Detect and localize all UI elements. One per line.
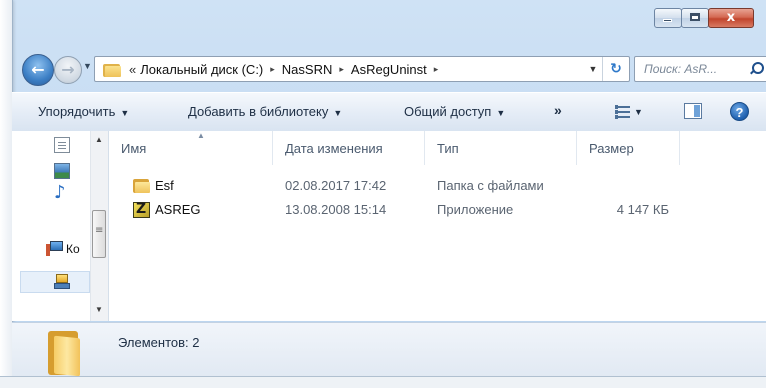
breadcrumb-nassrn[interactable]: NasSRN <box>282 62 333 77</box>
view-list-icon[interactable] <box>615 105 630 119</box>
search-placeholder: Поиск: AsR... <box>644 62 718 76</box>
preview-pane-icon[interactable] <box>684 103 702 119</box>
file-date: 13.08.2008 15:14 <box>285 202 387 217</box>
navpane-scrollbar[interactable]: ▲ ▼ <box>90 131 108 321</box>
music-icon[interactable]: ♪ <box>54 184 70 202</box>
column-header-type-label: Тип <box>437 141 459 156</box>
file-type: Приложение <box>437 202 514 217</box>
column-header-date-label: Дата изменения <box>285 141 383 156</box>
help-icon[interactable]: ? <box>730 102 749 121</box>
sort-arrow-icon: ▲ <box>197 131 205 140</box>
breadcrumb-separator-icon[interactable]: ▸ <box>339 64 344 75</box>
folder-icon <box>46 331 82 377</box>
breadcrumb-local-disk[interactable]: Локальный диск (C:) <box>140 62 263 77</box>
address-bar[interactable]: « Локальный диск (C:) ▸ NasSRN ▸ AsRegUn… <box>94 56 630 82</box>
maximize-button[interactable] <box>681 8 709 28</box>
navigation-pane: ♪ Ко ▲ ▼ <box>12 131 109 321</box>
documents-icon[interactable] <box>54 137 70 153</box>
breadcrumb-separator-icon[interactable]: ▸ <box>270 64 275 75</box>
file-type: Папка с файлами <box>437 178 544 193</box>
chevron-down-icon[interactable]: ▼ <box>634 107 643 117</box>
folder-icon <box>133 178 150 193</box>
chevron-down-icon: ▼ <box>496 108 506 118</box>
window-caption-buttons: x <box>654 8 754 28</box>
file-date: 02.08.2017 17:42 <box>285 178 387 193</box>
scroll-up-icon[interactable]: ▲ <box>95 135 103 144</box>
background-page-edge <box>0 376 766 388</box>
column-header-type[interactable]: Тип <box>425 131 577 165</box>
organize-label: Упорядочить <box>38 104 116 119</box>
organize-menu[interactable]: Упорядочить ▼ <box>38 104 129 119</box>
address-overflow-button[interactable]: « <box>129 62 136 77</box>
column-header-name[interactable]: Имя ▲ <box>109 131 273 165</box>
minimize-button[interactable] <box>654 8 682 28</box>
scrollbar-thumb[interactable] <box>92 210 106 258</box>
add-to-library-label: Добавить в библиотеку <box>188 104 329 119</box>
address-history-dropdown[interactable]: ▼ <box>584 64 602 74</box>
explorer-window: x ← → ▼ « Локальный диск (C:) ▸ NasSRN ▸… <box>0 0 766 388</box>
file-name: ASREG <box>155 202 201 217</box>
network-icon[interactable] <box>54 274 72 290</box>
file-list: Имя ▲ Дата изменения Тип Размер Esf 02.0… <box>109 131 766 321</box>
items-count: Элементов: 2 <box>118 335 200 350</box>
table-row[interactable]: ASREG 13.08.2008 15:14 Приложение 4 147 … <box>109 199 766 221</box>
breadcrumb-asreguninst[interactable]: AsRegUninst <box>351 62 427 77</box>
app-icon <box>133 201 150 218</box>
pictures-icon[interactable] <box>54 163 70 179</box>
forward-button[interactable]: → <box>54 56 82 84</box>
refresh-button[interactable]: ↻ <box>602 57 629 81</box>
command-bar: Упорядочить ▼ Добавить в библиотеку ▼ Общи… <box>12 92 766 132</box>
search-icon[interactable] <box>749 62 764 76</box>
computer-label[interactable]: Ко <box>66 242 80 256</box>
details-pane: Элементов: 2 <box>12 322 766 377</box>
toolbar-overflow-button[interactable]: » <box>554 102 562 118</box>
add-to-library-menu[interactable]: Добавить в библиотеку ▼ <box>188 104 342 119</box>
table-row[interactable]: Esf 02.08.2017 17:42 Папка с файлами <box>109 175 766 197</box>
column-header-name-label: Имя <box>121 141 147 156</box>
column-header-date[interactable]: Дата изменения <box>273 131 425 165</box>
recent-pages-dropdown[interactable]: ▼ <box>83 61 92 71</box>
column-header-size[interactable]: Размер <box>577 131 680 165</box>
share-menu[interactable]: Общий доступ ▼ <box>404 104 505 119</box>
computer-icon[interactable] <box>46 241 64 257</box>
chevron-down-icon: ▼ <box>120 108 130 118</box>
breadcrumb-separator-icon[interactable]: ▸ <box>434 64 439 75</box>
share-label: Общий доступ <box>404 104 492 119</box>
file-name: Esf <box>155 178 174 193</box>
column-header-size-label: Размер <box>589 141 634 156</box>
search-input[interactable]: Поиск: AsR... <box>634 56 766 82</box>
close-button[interactable]: x <box>708 8 754 28</box>
file-size: 4 147 КБ <box>616 202 669 217</box>
scroll-down-icon[interactable]: ▼ <box>95 305 103 314</box>
close-icon: x <box>726 10 736 25</box>
navigation-bar: ← → ▼ « Локальный диск (C:) ▸ NasSRN ▸ A… <box>20 52 766 86</box>
folder-icon <box>103 62 121 77</box>
chevron-down-icon: ▼ <box>333 108 343 118</box>
back-button[interactable]: ← <box>22 54 54 86</box>
